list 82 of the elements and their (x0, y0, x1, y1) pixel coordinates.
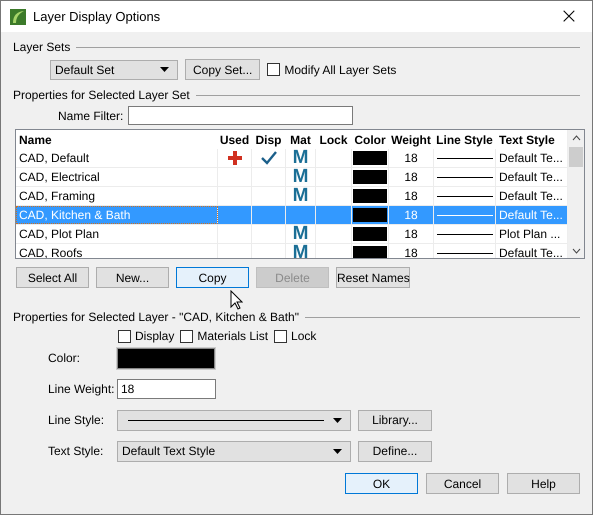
plus-icon (228, 151, 242, 165)
field-label: Color: (48, 351, 82, 365)
dialog-button[interactable]: Help (507, 473, 580, 494)
table-cell: CAD, Framing (16, 187, 218, 205)
column-header[interactable]: Disp (252, 130, 286, 149)
table-cell: CAD, Plot Plan (16, 225, 218, 243)
column-header[interactable]: Text Style (496, 130, 566, 149)
table-cell: CAD, Electrical (16, 168, 218, 186)
line-style-sample (436, 214, 492, 216)
table-cell: 18 (389, 206, 434, 224)
line-style-sample (436, 252, 492, 254)
table-row[interactable]: CAD, Electrical M 18 Default Te... (16, 168, 567, 187)
dropdown-arrow-icon (333, 418, 342, 422)
dialog-button[interactable]: Cancel (426, 473, 499, 494)
materials-icon: M (292, 244, 308, 258)
scroll-up-icon[interactable] (572, 135, 580, 141)
copy-set-button[interactable]: Copy Set... (185, 59, 260, 80)
line-style-dropdown[interactable] (117, 410, 351, 430)
layer-set-dropdown[interactable]: Default Set (50, 60, 178, 80)
column-header[interactable]: Weight (389, 130, 434, 149)
table-cell-text: Default Te... (498, 169, 564, 186)
table-cell: CAD, Default (16, 149, 218, 167)
dialog-button[interactable]: OK (345, 473, 418, 494)
checkbox[interactable] (267, 63, 280, 76)
checkbox[interactable] (118, 330, 131, 342)
table-cell-text: Default Te... (498, 150, 564, 167)
field-label: Line Style: (48, 413, 106, 427)
color-picker-button[interactable] (117, 348, 215, 368)
checkbox[interactable] (180, 330, 194, 342)
scrollbar-thumb[interactable] (569, 147, 583, 167)
column-header[interactable]: Used (218, 130, 252, 149)
table-cell: 18 (389, 187, 434, 205)
define-button[interactable]: Define... (358, 440, 432, 462)
materials-icon: M (292, 168, 308, 186)
table-cell: 18 (389, 149, 434, 167)
line-style-sample (436, 176, 492, 178)
table-cell: 18 (389, 244, 434, 258)
column-header[interactable]: Line Style (434, 130, 496, 149)
checkbox-label: Materials List (197, 329, 268, 343)
close-button[interactable]: × (546, 1, 592, 32)
table-button[interactable]: Reset Names (336, 267, 410, 288)
table-row[interactable]: CAD, Plot Plan M 18 Plot Plan ... (16, 225, 567, 244)
group-heading: Properties for Selected Layer - "CAD, Kitchen & Bath" (13, 310, 299, 324)
table-cell-text: Default Te... (498, 207, 564, 224)
table-button[interactable]: Select All (16, 267, 89, 288)
table-cell-text: Default Te... (498, 245, 564, 258)
materials-icon: M (292, 149, 308, 167)
field-label: Line Weight: (48, 382, 116, 396)
table-cell-text: Plot Plan ... (498, 226, 562, 243)
scrollbar[interactable] (567, 130, 584, 258)
group-heading: Properties for Selected Layer Set (13, 88, 190, 102)
materials-icon: M (292, 187, 308, 205)
table-cell-text: Default Te... (498, 188, 564, 205)
line-weight-field[interactable]: 18 (117, 379, 216, 399)
materials-icon: M (292, 225, 308, 243)
mouse-pointer-icon (230, 290, 243, 310)
column-header[interactable]: Color (352, 130, 389, 149)
checkbox-label: Modify All Layer Sets (284, 62, 396, 76)
checkbox[interactable] (274, 330, 288, 342)
group-heading: Layer Sets (13, 40, 70, 54)
dropdown-arrow-icon (160, 67, 169, 72)
library-button[interactable]: Library... (358, 410, 432, 430)
app-logo-icon (10, 8, 26, 24)
dropdown-arrow-icon (333, 448, 342, 454)
window-title: Layer Display Options (33, 9, 162, 24)
column-header[interactable]: Mat (286, 130, 316, 149)
table-row[interactable]: CAD, Default M 18 Default Te... (16, 149, 567, 168)
column-header[interactable]: Lock (316, 130, 352, 149)
column-header[interactable]: Name (16, 130, 218, 149)
checkmark-icon (260, 151, 276, 165)
table-button[interactable]: New... (96, 267, 169, 288)
field-label: Text Style: (48, 444, 104, 458)
scroll-down-icon[interactable] (572, 248, 580, 254)
checkbox-label: Lock (291, 329, 316, 343)
field-label: Name Filter: (58, 108, 124, 122)
table-button[interactable]: Copy (176, 267, 249, 288)
table-cell: 18 (389, 225, 434, 243)
table-cell: 18 (389, 168, 434, 186)
table-cell: CAD, Kitchen & Bath (16, 206, 218, 224)
checkbox-label: Display (135, 329, 174, 343)
name-filter-field[interactable] (128, 106, 354, 125)
text-style-dropdown[interactable]: Default Text Style (117, 440, 351, 462)
